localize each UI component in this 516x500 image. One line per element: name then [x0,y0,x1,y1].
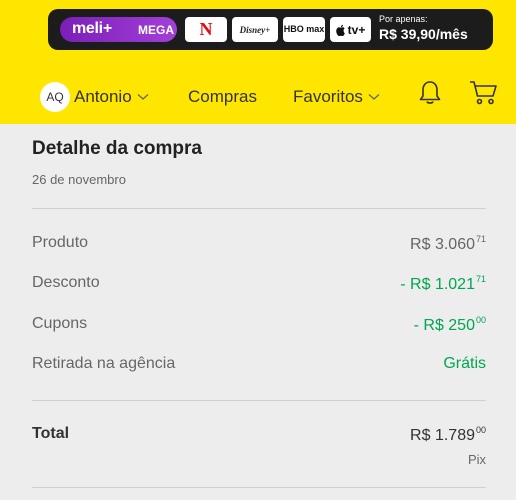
apple-tv-label: tv+ [347,22,366,37]
line-value: - R$ 25000 [413,315,486,334]
line-label: Produto [32,234,89,251]
total-label: Total [32,425,70,442]
chevron-down-icon [137,94,149,100]
meli-plus-badge: meli+ MEGA [60,17,177,42]
meli-plus-logo: meli+ [72,20,112,37]
account-name: Antonio [74,87,132,106]
line-value: - R$ 1.02171 [400,274,486,293]
purchase-date: 26 de novembro [32,172,126,187]
apple-icon [335,24,345,36]
purchase-detail: Detalhe da compra 26 de novembro Produto… [0,124,516,500]
nav-compras[interactable]: Compras [188,87,257,107]
nav-compras-label: Compras [188,87,257,106]
nav-favoritos-label: Favoritos [293,87,363,106]
line-desconto: Desconto - R$ 1.02171 [32,274,486,298]
line-label: Cupons [32,315,88,332]
subscription-price: R$ 39,90/mês [379,26,468,42]
line-label: Desconto [32,274,100,291]
line-retirada: Retirada na agência Grátis [32,355,486,379]
hbo-max-logo: HBO max [283,17,325,42]
line-total: Total R$ 1.78900 [32,425,486,449]
meli-plus-tier: MEGA [138,23,174,37]
line-produto: Produto R$ 3.06071 [32,234,486,258]
line-value: R$ 3.06071 [410,234,486,253]
line-label: Retirada na agência [32,355,176,372]
nav-favoritos[interactable]: Favoritos [293,87,380,107]
account-menu[interactable]: AQ Antonio [40,82,149,112]
divider [32,487,486,488]
line-value: Grátis [443,355,486,372]
header-bar: meli+ MEGA N Disney+ HBO max tv+ Por ape… [0,0,516,124]
netflix-logo: N [185,17,227,42]
disney-plus-logo: Disney+ [232,17,278,42]
chevron-down-icon [368,94,380,100]
bell-icon[interactable] [418,80,442,106]
total-value: R$ 1.78900 [410,425,486,444]
page-title: Detalhe da compra [32,138,202,159]
apple-tv-logo: tv+ [330,17,371,42]
avatar: AQ [40,82,70,112]
divider [32,400,486,401]
cart-icon[interactable] [469,80,499,106]
payment-method: Pix [467,452,486,467]
meli-plus-banner[interactable]: meli+ MEGA N Disney+ HBO max tv+ Por ape… [48,9,493,50]
price-caption: Por apenas: [379,14,428,24]
divider [32,208,486,209]
line-cupons: Cupons - R$ 25000 [32,315,486,339]
